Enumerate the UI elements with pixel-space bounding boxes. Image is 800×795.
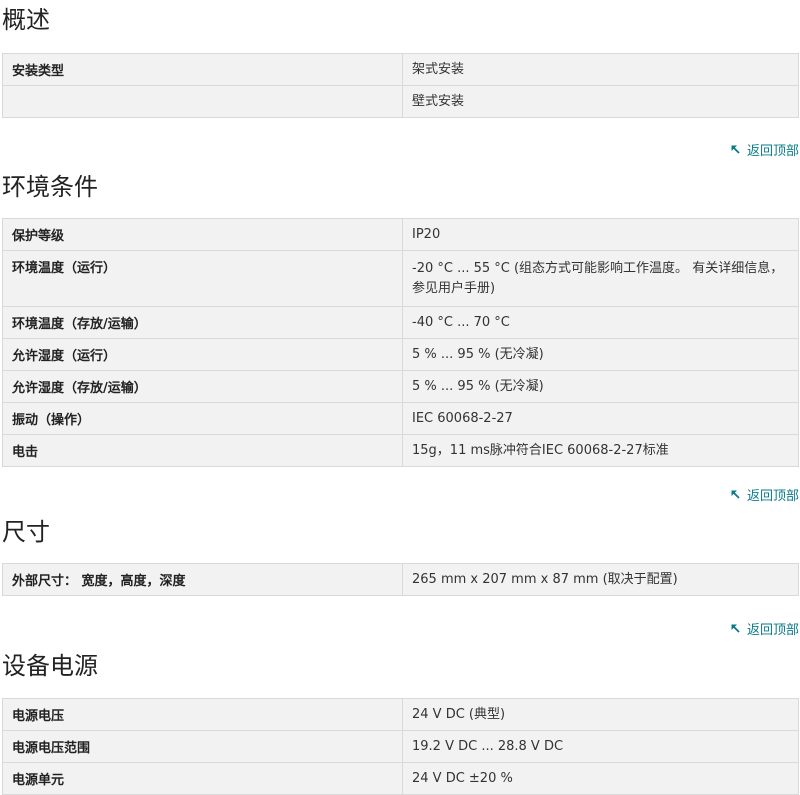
table-row: 电源单元 24 V DC ±20 %	[2, 762, 799, 795]
section-title-dimensions: 尺寸	[2, 518, 50, 546]
section-title-environment: 环境条件	[2, 173, 98, 201]
arrow-up-left-icon	[731, 145, 740, 154]
spec-value: IP20	[402, 218, 799, 251]
spec-value: 5 % ... 95 % (无冷凝)	[402, 370, 799, 403]
table-row: 允许湿度（运行） 5 % ... 95 % (无冷凝)	[2, 338, 799, 371]
arrow-up-left-icon	[731, 490, 740, 499]
table-row: 环境温度（存放/运输） -40 °C ... 70 °C	[2, 306, 799, 339]
back-to-top-label: 返回顶部	[746, 489, 799, 504]
table-row: 外部尺寸： 宽度，高度，深度 265 mm x 207 mm x 87 mm (…	[2, 563, 799, 596]
table-row: 保护等级 IP20	[2, 218, 799, 251]
back-to-top-link[interactable]: 返回顶部	[730, 619, 799, 638]
table-row: 电击 15g，11 ms脉冲符合IEC 60068-2-27标准	[2, 434, 799, 467]
spec-value: -20 °C ... 55 °C (组态方式可能影响工作温度。 有关详细信息，参…	[402, 250, 799, 307]
spec-label: 振动（操作）	[2, 402, 403, 435]
table-row: 允许湿度（存放/运输） 5 % ... 95 % (无冷凝)	[2, 370, 799, 403]
spec-label: 环境温度（存放/运输）	[2, 306, 403, 339]
table-row: 环境温度（运行） -20 °C ... 55 °C (组态方式可能影响工作温度。…	[2, 250, 799, 307]
spec-value: 24 V DC ±20 %	[402, 762, 799, 795]
section-title-overview: 概述	[2, 6, 50, 34]
spec-label: 允许湿度（存放/运输）	[2, 370, 403, 403]
back-to-top-label: 返回顶部	[746, 623, 799, 638]
spec-label: 允许湿度（运行）	[2, 338, 403, 371]
spec-label: 电击	[2, 434, 403, 467]
spec-value: 壁式安装	[402, 85, 799, 118]
back-to-top-link[interactable]: 返回顶部	[730, 485, 799, 504]
table-row: 电源电压 24 V DC (典型)	[2, 698, 799, 731]
spec-label: 保护等级	[2, 218, 403, 251]
spec-value: 19.2 V DC ... 28.8 V DC	[402, 730, 799, 763]
table-row: 安装类型 架式安装	[2, 53, 799, 86]
spec-value: 24 V DC (典型)	[402, 698, 799, 731]
spec-label: 电源电压	[2, 698, 403, 731]
spec-value: 架式安装	[402, 53, 799, 86]
arrow-up-left-icon	[731, 624, 740, 633]
spec-label	[2, 85, 403, 118]
table-row: 振动（操作） IEC 60068-2-27	[2, 402, 799, 435]
spec-label: 安装类型	[2, 53, 403, 86]
section-title-power: 设备电源	[2, 652, 98, 680]
back-to-top-link[interactable]: 返回顶部	[730, 140, 799, 159]
back-to-top-label: 返回顶部	[746, 144, 799, 159]
power-table: 电源电压 24 V DC (典型) 电源电压范围 19.2 V DC ... 2…	[2, 698, 799, 795]
spec-label: 环境温度（运行）	[2, 250, 403, 307]
spec-label: 外部尺寸： 宽度，高度，深度	[2, 563, 403, 596]
spec-value: -40 °C ... 70 °C	[402, 306, 799, 339]
overview-table: 安装类型 架式安装 壁式安装	[2, 53, 799, 118]
spec-value: 5 % ... 95 % (无冷凝)	[402, 338, 799, 371]
spec-label: 电源电压范围	[2, 730, 403, 763]
table-row: 电源电压范围 19.2 V DC ... 28.8 V DC	[2, 730, 799, 763]
table-row: 壁式安装	[2, 85, 799, 118]
spec-value: 15g，11 ms脉冲符合IEC 60068-2-27标准	[402, 434, 799, 467]
spec-value: IEC 60068-2-27	[402, 402, 799, 435]
environment-table: 保护等级 IP20 环境温度（运行） -20 °C ... 55 °C (组态方…	[2, 218, 799, 467]
spec-value: 265 mm x 207 mm x 87 mm (取决于配置)	[402, 563, 799, 596]
dimensions-table: 外部尺寸： 宽度，高度，深度 265 mm x 207 mm x 87 mm (…	[2, 563, 799, 596]
spec-label: 电源单元	[2, 762, 403, 795]
